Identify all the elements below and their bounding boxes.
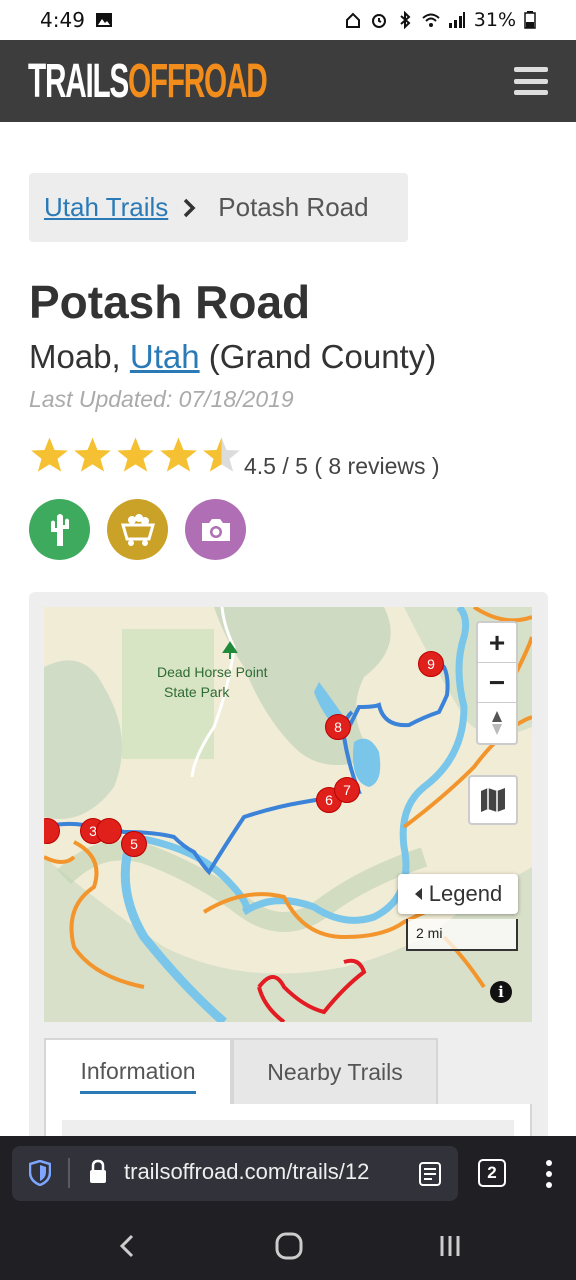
reader-mode-icon[interactable]: [418, 1161, 442, 1187]
star-rating[interactable]: [29, 435, 242, 475]
trail-marker-8[interactable]: 8: [325, 714, 351, 740]
star-icon: [31, 437, 68, 472]
trail-map[interactable]: Dead Horse Point State Park 3 5 6 7 8 9 …: [44, 607, 532, 1022]
bluetooth-icon: [400, 11, 411, 29]
tab-nearby-trails[interactable]: Nearby Trails: [232, 1038, 438, 1106]
cactus-icon[interactable]: [29, 499, 90, 560]
zoom-control: + −: [476, 621, 518, 745]
trail-marker-5[interactable]: 5: [121, 831, 147, 857]
more-options-icon[interactable]: [546, 1160, 552, 1188]
chevron-right-icon: [184, 198, 196, 217]
system-nav-bar: [0, 1212, 576, 1280]
tab-information[interactable]: Information: [44, 1038, 232, 1106]
zoom-in-button[interactable]: +: [478, 623, 516, 663]
legend-button[interactable]: Legend: [398, 874, 518, 914]
info-icon[interactable]: i: [490, 981, 512, 1003]
status-time: 4:49: [40, 8, 85, 32]
breadcrumb-link-utah-trails[interactable]: Utah Trails: [44, 192, 168, 223]
state-link[interactable]: Utah: [130, 338, 200, 375]
trail-location: Moab, Utah (Grand County): [29, 338, 437, 375]
last-updated: Last Updated: 07/18/2019: [29, 386, 294, 412]
park-label-line1: Dead Horse Point: [157, 664, 268, 680]
lock-icon: [90, 1159, 106, 1183]
trail-tabs: Information Nearby Trails: [44, 1038, 532, 1108]
recents-icon[interactable]: [434, 1230, 466, 1262]
star-half-icon: [203, 437, 240, 472]
rating-text[interactable]: 4.5 / 5 ( 8 reviews ): [244, 453, 440, 480]
compass-button[interactable]: [478, 703, 516, 743]
browser-toolbar: trailsoffroad.com/trails/12 2: [0, 1136, 576, 1212]
mine-cart-icon[interactable]: [107, 499, 168, 560]
layers-button[interactable]: [468, 775, 518, 825]
map-terrain: Dead Horse Point State Park: [44, 607, 532, 1022]
site-header: TRAILS OFFROAD: [0, 40, 576, 122]
battery-percent: 31%: [473, 9, 516, 31]
home-icon: [345, 12, 360, 28]
star-icon: [117, 437, 154, 472]
caret-left-icon: [414, 888, 422, 900]
camera-icon[interactable]: [185, 499, 246, 560]
zoom-out-button[interactable]: −: [478, 663, 516, 703]
compass-icon: [492, 711, 502, 735]
shield-icon[interactable]: [29, 1160, 51, 1186]
back-icon[interactable]: [112, 1230, 144, 1262]
trail-marker[interactable]: [96, 818, 122, 844]
address-bar[interactable]: trailsoffroad.com/trails/12: [12, 1146, 458, 1201]
signal-icon: [448, 12, 465, 28]
url-text[interactable]: trailsoffroad.com/trails/12: [124, 1159, 396, 1185]
page-title: Potash Road: [29, 276, 311, 328]
breadcrumb: Utah Trails Potash Road: [29, 173, 408, 242]
wifi-icon: [422, 13, 440, 27]
breadcrumb-current: Potash Road: [218, 192, 369, 222]
status-bar: 4:49 31%: [0, 0, 576, 40]
menu-icon[interactable]: [514, 67, 548, 95]
park-label-line2: State Park: [164, 684, 230, 700]
star-icon: [74, 437, 111, 472]
alarm-icon: [371, 14, 386, 28]
trail-badges: [29, 499, 246, 560]
map-scale: 2 mi: [406, 919, 518, 951]
trail-marker-7[interactable]: 7: [334, 777, 360, 803]
tab-switcher-button[interactable]: 2: [478, 1159, 506, 1187]
star-icon: [160, 437, 197, 472]
battery-icon: [524, 11, 536, 29]
gallery-icon: [95, 13, 112, 27]
site-logo[interactable]: TRAILS OFFROAD: [28, 53, 268, 109]
trail-marker-9[interactable]: 9: [418, 651, 444, 677]
home-button-icon[interactable]: [273, 1230, 305, 1262]
map-icon: [481, 788, 505, 812]
